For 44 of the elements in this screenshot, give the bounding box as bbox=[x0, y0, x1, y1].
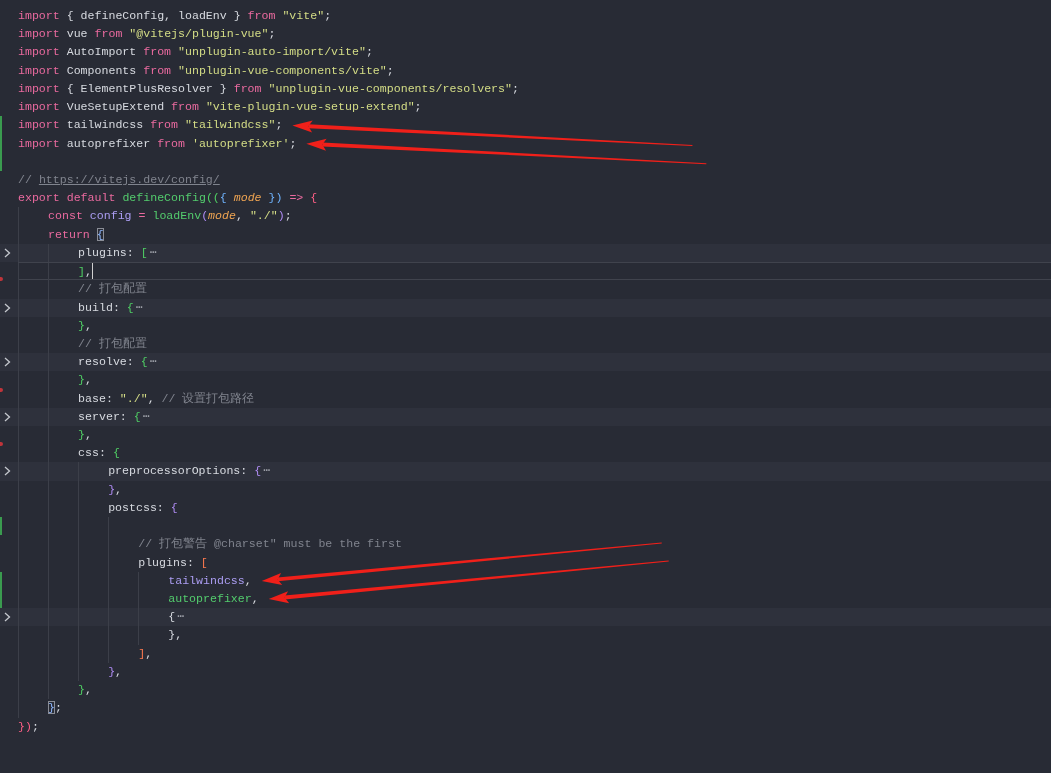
expand-chevron-icon[interactable] bbox=[4, 302, 11, 313]
code-line: // https://vitejs.dev/config/ bbox=[18, 171, 220, 188]
code-line: import VueSetupExtend from "vite-plugin-vue-setup-extend"; bbox=[18, 99, 422, 116]
code-line: plugins: [ ⋯ bbox=[78, 244, 157, 261]
code-line: build: { ⋯ bbox=[78, 299, 143, 316]
code-line: import autoprefixer from 'autoprefixer'; bbox=[18, 135, 297, 152]
code-line: import tailwindcss from "tailwindcss"; bbox=[18, 117, 283, 134]
code-line: preprocessorOptions: { ⋯ bbox=[108, 463, 271, 480]
code-line: css: { bbox=[78, 445, 120, 462]
code-line: const config = loadEnv(mode, "./"); bbox=[48, 208, 292, 225]
code-line: ], bbox=[78, 264, 93, 280]
code-line: resolve: { ⋯ bbox=[78, 354, 157, 371]
code-line: }); bbox=[18, 718, 39, 735]
code-line: plugins: [ bbox=[138, 554, 208, 571]
code-line: }, bbox=[108, 481, 123, 498]
code-line: // 打包警告 @charset" must be the first bbox=[138, 536, 402, 553]
code-line: }, bbox=[78, 372, 93, 389]
code-line: postcss: { bbox=[108, 499, 178, 516]
code-line: import { defineConfig, loadEnv } from "vite"; bbox=[18, 8, 332, 24]
code-line: base: "./", // 设置打包路径 bbox=[78, 390, 255, 407]
code-line: import AutoImport from "unplugin-auto-import/vite"; bbox=[18, 44, 373, 61]
expand-chevron-icon[interactable] bbox=[4, 612, 11, 623]
code-line: }, bbox=[78, 317, 93, 334]
code-line: }; bbox=[48, 700, 62, 717]
expand-chevron-icon[interactable] bbox=[4, 466, 11, 477]
code-line: autoprefixer, bbox=[168, 591, 259, 607]
code-line: ], bbox=[138, 645, 153, 662]
code-line: { ⋯ bbox=[168, 609, 185, 626]
code-line: }, bbox=[168, 627, 183, 644]
code-line: tailwindcss, bbox=[168, 572, 252, 589]
expand-chevron-icon[interactable] bbox=[4, 411, 11, 422]
code-line: import { ElementPlusResolver } from "unplugin-vue-components/resolvers"; bbox=[18, 80, 519, 97]
expand-chevron-icon[interactable] bbox=[4, 247, 11, 258]
code-line: export default defineConfig(({ mode }) => { bbox=[18, 190, 318, 207]
code-line: }, bbox=[78, 427, 93, 444]
code-line: server: { ⋯ bbox=[78, 408, 150, 425]
code-line: // 打包配置 bbox=[78, 335, 147, 352]
code-line: import vue from "@vitejs/plugin-vue"; bbox=[18, 26, 276, 43]
code-line: }, bbox=[108, 663, 123, 680]
code-line: // 打包配置 bbox=[78, 281, 147, 298]
code-line: return { bbox=[48, 226, 104, 243]
code-line: }, bbox=[78, 682, 93, 699]
expand-chevron-icon[interactable] bbox=[4, 357, 11, 368]
code-line: import Components from "unplugin-vue-components/vite"; bbox=[18, 62, 394, 79]
